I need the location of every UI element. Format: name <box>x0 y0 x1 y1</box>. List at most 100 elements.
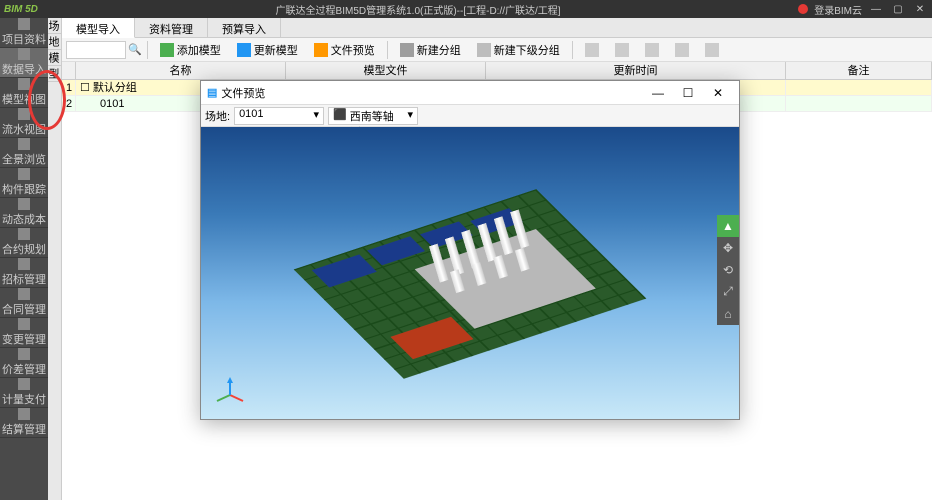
chevron-down-icon: ▾ <box>408 108 414 124</box>
generic-icon <box>585 43 599 57</box>
doc-icon <box>18 18 30 30</box>
tool-icon-3[interactable] <box>638 40 666 60</box>
measure-icon <box>18 378 30 390</box>
col-num <box>62 62 76 79</box>
sidebar-item-bid[interactable]: 招标管理 <box>0 258 48 288</box>
orbit-tool[interactable]: ⟲ <box>717 259 739 281</box>
home-tool[interactable]: ⌂ <box>717 303 739 325</box>
sidebar-item-pricediff[interactable]: 价差管理 <box>0 348 48 378</box>
app-icon: ▤ <box>207 86 217 99</box>
separator <box>387 41 388 59</box>
bid-icon <box>18 258 30 270</box>
sidebar-item-flowview[interactable]: 流水视图 <box>0 108 48 138</box>
strip-3: 型 <box>48 66 61 82</box>
scene-select[interactable]: 0101▾ <box>234 107 324 125</box>
minimize-button[interactable]: — <box>868 2 884 16</box>
login-link[interactable]: 登录BIM云 <box>814 2 862 17</box>
eye-icon <box>314 43 328 57</box>
titlebar-right: 登录BIM云 — ▢ ✕ <box>798 2 928 17</box>
settle-icon <box>18 408 30 420</box>
update-model-button[interactable]: 更新模型 <box>230 39 305 61</box>
dialog-title: 文件预览 <box>221 85 265 101</box>
maximize-button[interactable]: ▢ <box>890 2 906 16</box>
tool-icon-4[interactable] <box>668 40 696 60</box>
sidebar-item-measure[interactable]: 计量支付 <box>0 378 48 408</box>
brand: BIM 5D <box>4 4 38 15</box>
3d-viewport[interactable]: ▲ ✥ ⟲ ⤢ ⌂ <box>201 127 739 419</box>
left-strip[interactable]: 场 地 模 型 <box>48 18 62 500</box>
new-group-button[interactable]: 新建分组 <box>393 39 468 61</box>
tool-icon-5[interactable] <box>698 40 726 60</box>
sidebar-item-track[interactable]: 构件跟踪 <box>0 168 48 198</box>
flow-icon <box>18 108 30 120</box>
sidebar-item-panorama[interactable]: 全景浏览 <box>0 138 48 168</box>
tab-material[interactable]: 资料管理 <box>135 18 208 37</box>
generic-icon <box>645 43 659 57</box>
select-tool[interactable]: ▲ <box>717 215 739 237</box>
zoom-tool[interactable]: ⤢ <box>717 281 739 303</box>
sidebar-item-settle[interactable]: 结算管理 <box>0 408 48 438</box>
window-title: 广联达全过程BIM5D管理系统1.0(正式版)--[工程-D://广联达/工程] <box>38 2 798 17</box>
strip-2: 模 <box>48 50 61 66</box>
sidebar-item-change[interactable]: 变更管理 <box>0 318 48 348</box>
sidebar-item-contract[interactable]: 合同管理 <box>0 288 48 318</box>
search-input[interactable] <box>66 41 126 59</box>
ground-plane <box>294 189 646 379</box>
refresh-icon <box>237 43 251 57</box>
cube-icon <box>18 78 30 90</box>
diff-icon <box>18 348 30 360</box>
dialog-toolbar: 场地: 0101▾ ⬛西南等轴测▾ <box>201 105 739 127</box>
sidebar-item-cost[interactable]: 动态成本 <box>0 198 48 228</box>
plot-blue <box>367 236 425 265</box>
change-icon <box>18 318 30 330</box>
sidebar-item-contract-plan[interactable]: 合约规划 <box>0 228 48 258</box>
plus-icon <box>160 43 174 57</box>
preview-dialog: ▤ 文件预览 — ☐ ✕ 场地: 0101▾ ⬛西南等轴测▾ <box>200 80 740 420</box>
viewport-tools: ▲ ✥ ⟲ ⤢ ⌂ <box>717 215 739 325</box>
generic-icon <box>615 43 629 57</box>
strip-1: 地 <box>48 34 61 50</box>
axis-gizmo <box>215 375 245 405</box>
toolbar: 🔍 添加模型 更新模型 文件预览 新建分组 新建下级分组 <box>62 38 932 62</box>
contract-icon <box>18 288 30 300</box>
separator <box>147 41 148 59</box>
subfolder-icon <box>477 43 491 57</box>
chevron-down-icon: ▾ <box>314 108 320 124</box>
new-subgroup-button[interactable]: 新建下级分组 <box>470 39 567 61</box>
dialog-titlebar: ▤ 文件预览 — ☐ ✕ <box>201 81 739 105</box>
generic-icon <box>675 43 689 57</box>
generic-icon <box>705 43 719 57</box>
close-button[interactable]: ✕ <box>912 2 928 16</box>
view-icon: ⬛ <box>333 108 347 124</box>
tabs: 模型导入 资料管理 预算导入 <box>62 18 932 38</box>
sidebar: 项目资料 数据导入 模型视图 流水视图 全景浏览 构件跟踪 动态成本 合约规划 … <box>0 18 48 500</box>
cost-icon <box>18 198 30 210</box>
tab-budget[interactable]: 预算导入 <box>208 18 281 37</box>
plot-red <box>390 317 473 359</box>
add-model-button[interactable]: 添加模型 <box>153 39 228 61</box>
grid-header: 名称 模型文件 更新时间 备注 <box>62 62 932 80</box>
tool-icon-1[interactable] <box>578 40 606 60</box>
view-select[interactable]: ⬛西南等轴测▾ <box>328 107 418 125</box>
user-avatar-icon <box>798 4 808 14</box>
dialog-minimize-button[interactable]: — <box>643 83 673 103</box>
plan-icon <box>18 228 30 240</box>
preview-button[interactable]: 文件预览 <box>307 39 382 61</box>
dialog-close-button[interactable]: ✕ <box>703 83 733 103</box>
scene-label: 场地: <box>205 108 230 124</box>
dialog-maximize-button[interactable]: ☐ <box>673 83 703 103</box>
folder-icon <box>400 43 414 57</box>
sidebar-item-dataimport[interactable]: 数据导入 <box>0 48 48 78</box>
plot-blue <box>312 254 377 287</box>
track-icon <box>18 168 30 180</box>
sidebar-item-modelview[interactable]: 模型视图 <box>0 78 48 108</box>
sidebar-item-project[interactable]: 项目资料 <box>0 18 48 48</box>
pan-tool[interactable]: ✥ <box>717 237 739 259</box>
separator <box>572 41 573 59</box>
tool-icon-2[interactable] <box>608 40 636 60</box>
import-icon <box>18 48 30 60</box>
col-name: 名称 <box>76 62 286 79</box>
globe-icon <box>18 138 30 150</box>
search-icon[interactable]: 🔍 <box>128 43 142 56</box>
tab-model-import[interactable]: 模型导入 <box>62 18 135 38</box>
